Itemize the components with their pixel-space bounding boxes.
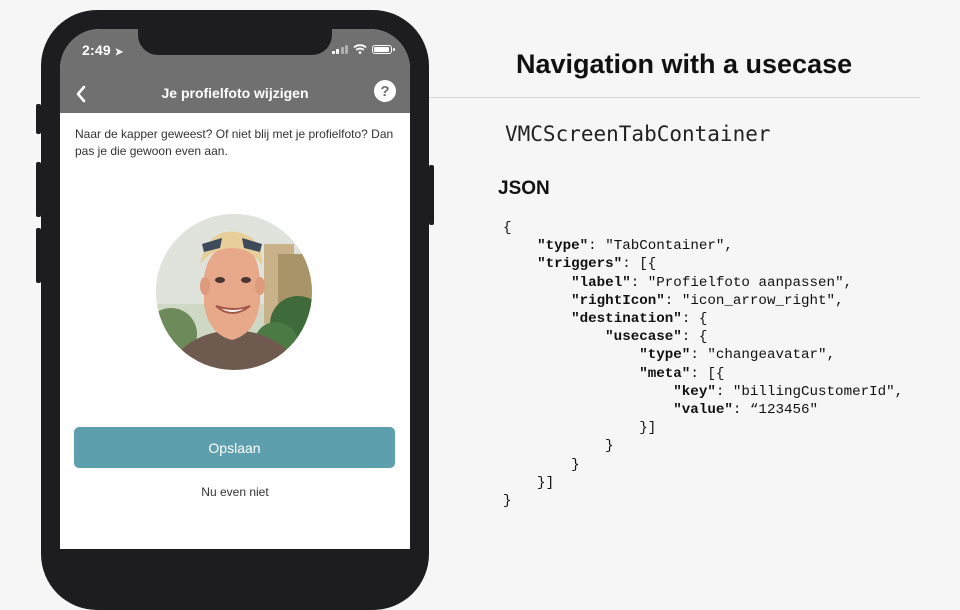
json-heading: JSON — [498, 178, 550, 199]
location-arrow-icon: ➤ — [114, 47, 124, 58]
battery-icon — [372, 45, 395, 54]
status-bar: 2:49 ➤ — [60, 29, 410, 75]
wifi-icon — [353, 44, 367, 54]
mute-switch — [36, 104, 41, 134]
intro-text: Naar de kapper geweest? Of niet blij met… — [75, 127, 394, 158]
phone-screen: 2:49 ➤ Je profielfoto wijzigen ? Naar de… — [60, 29, 410, 549]
screen-title: Je profielfoto wijzigen — [161, 85, 309, 101]
component-name: VMCScreenTabContainer — [505, 122, 771, 146]
code-meta-value-value: “123456" — [749, 402, 819, 419]
skip-link[interactable]: Nu even niet — [60, 485, 410, 499]
profile-photo-image — [156, 214, 312, 370]
code-usecase-type-value: "changeavatar" — [707, 347, 827, 364]
code-right-icon-value: "icon_arrow_right" — [681, 292, 836, 309]
signal-icon — [331, 44, 348, 54]
json-code-block: { "type": "TabContainer", "triggers": [{… — [503, 220, 904, 510]
code-meta-key-value: "billingCustomerId" — [732, 383, 895, 400]
title-divider — [429, 97, 920, 98]
code-type-value: "TabContainer" — [605, 238, 725, 255]
help-button[interactable]: ? — [374, 80, 396, 102]
status-time-text: 2:49 — [82, 42, 111, 58]
save-button[interactable]: Opslaan — [74, 427, 395, 468]
profile-photo[interactable] — [156, 214, 312, 370]
code-label-value: "Profielfoto aanpassen" — [647, 274, 844, 291]
slide-title: Navigation with a usecase — [516, 49, 853, 79]
notch — [138, 29, 332, 55]
volume-down-button — [36, 228, 41, 283]
power-button — [429, 165, 434, 225]
status-icons — [331, 44, 395, 54]
status-time: 2:49 ➤ — [82, 42, 124, 58]
volume-up-button — [36, 162, 41, 217]
navigation-bar: Je profielfoto wijzigen ? — [60, 75, 410, 113]
